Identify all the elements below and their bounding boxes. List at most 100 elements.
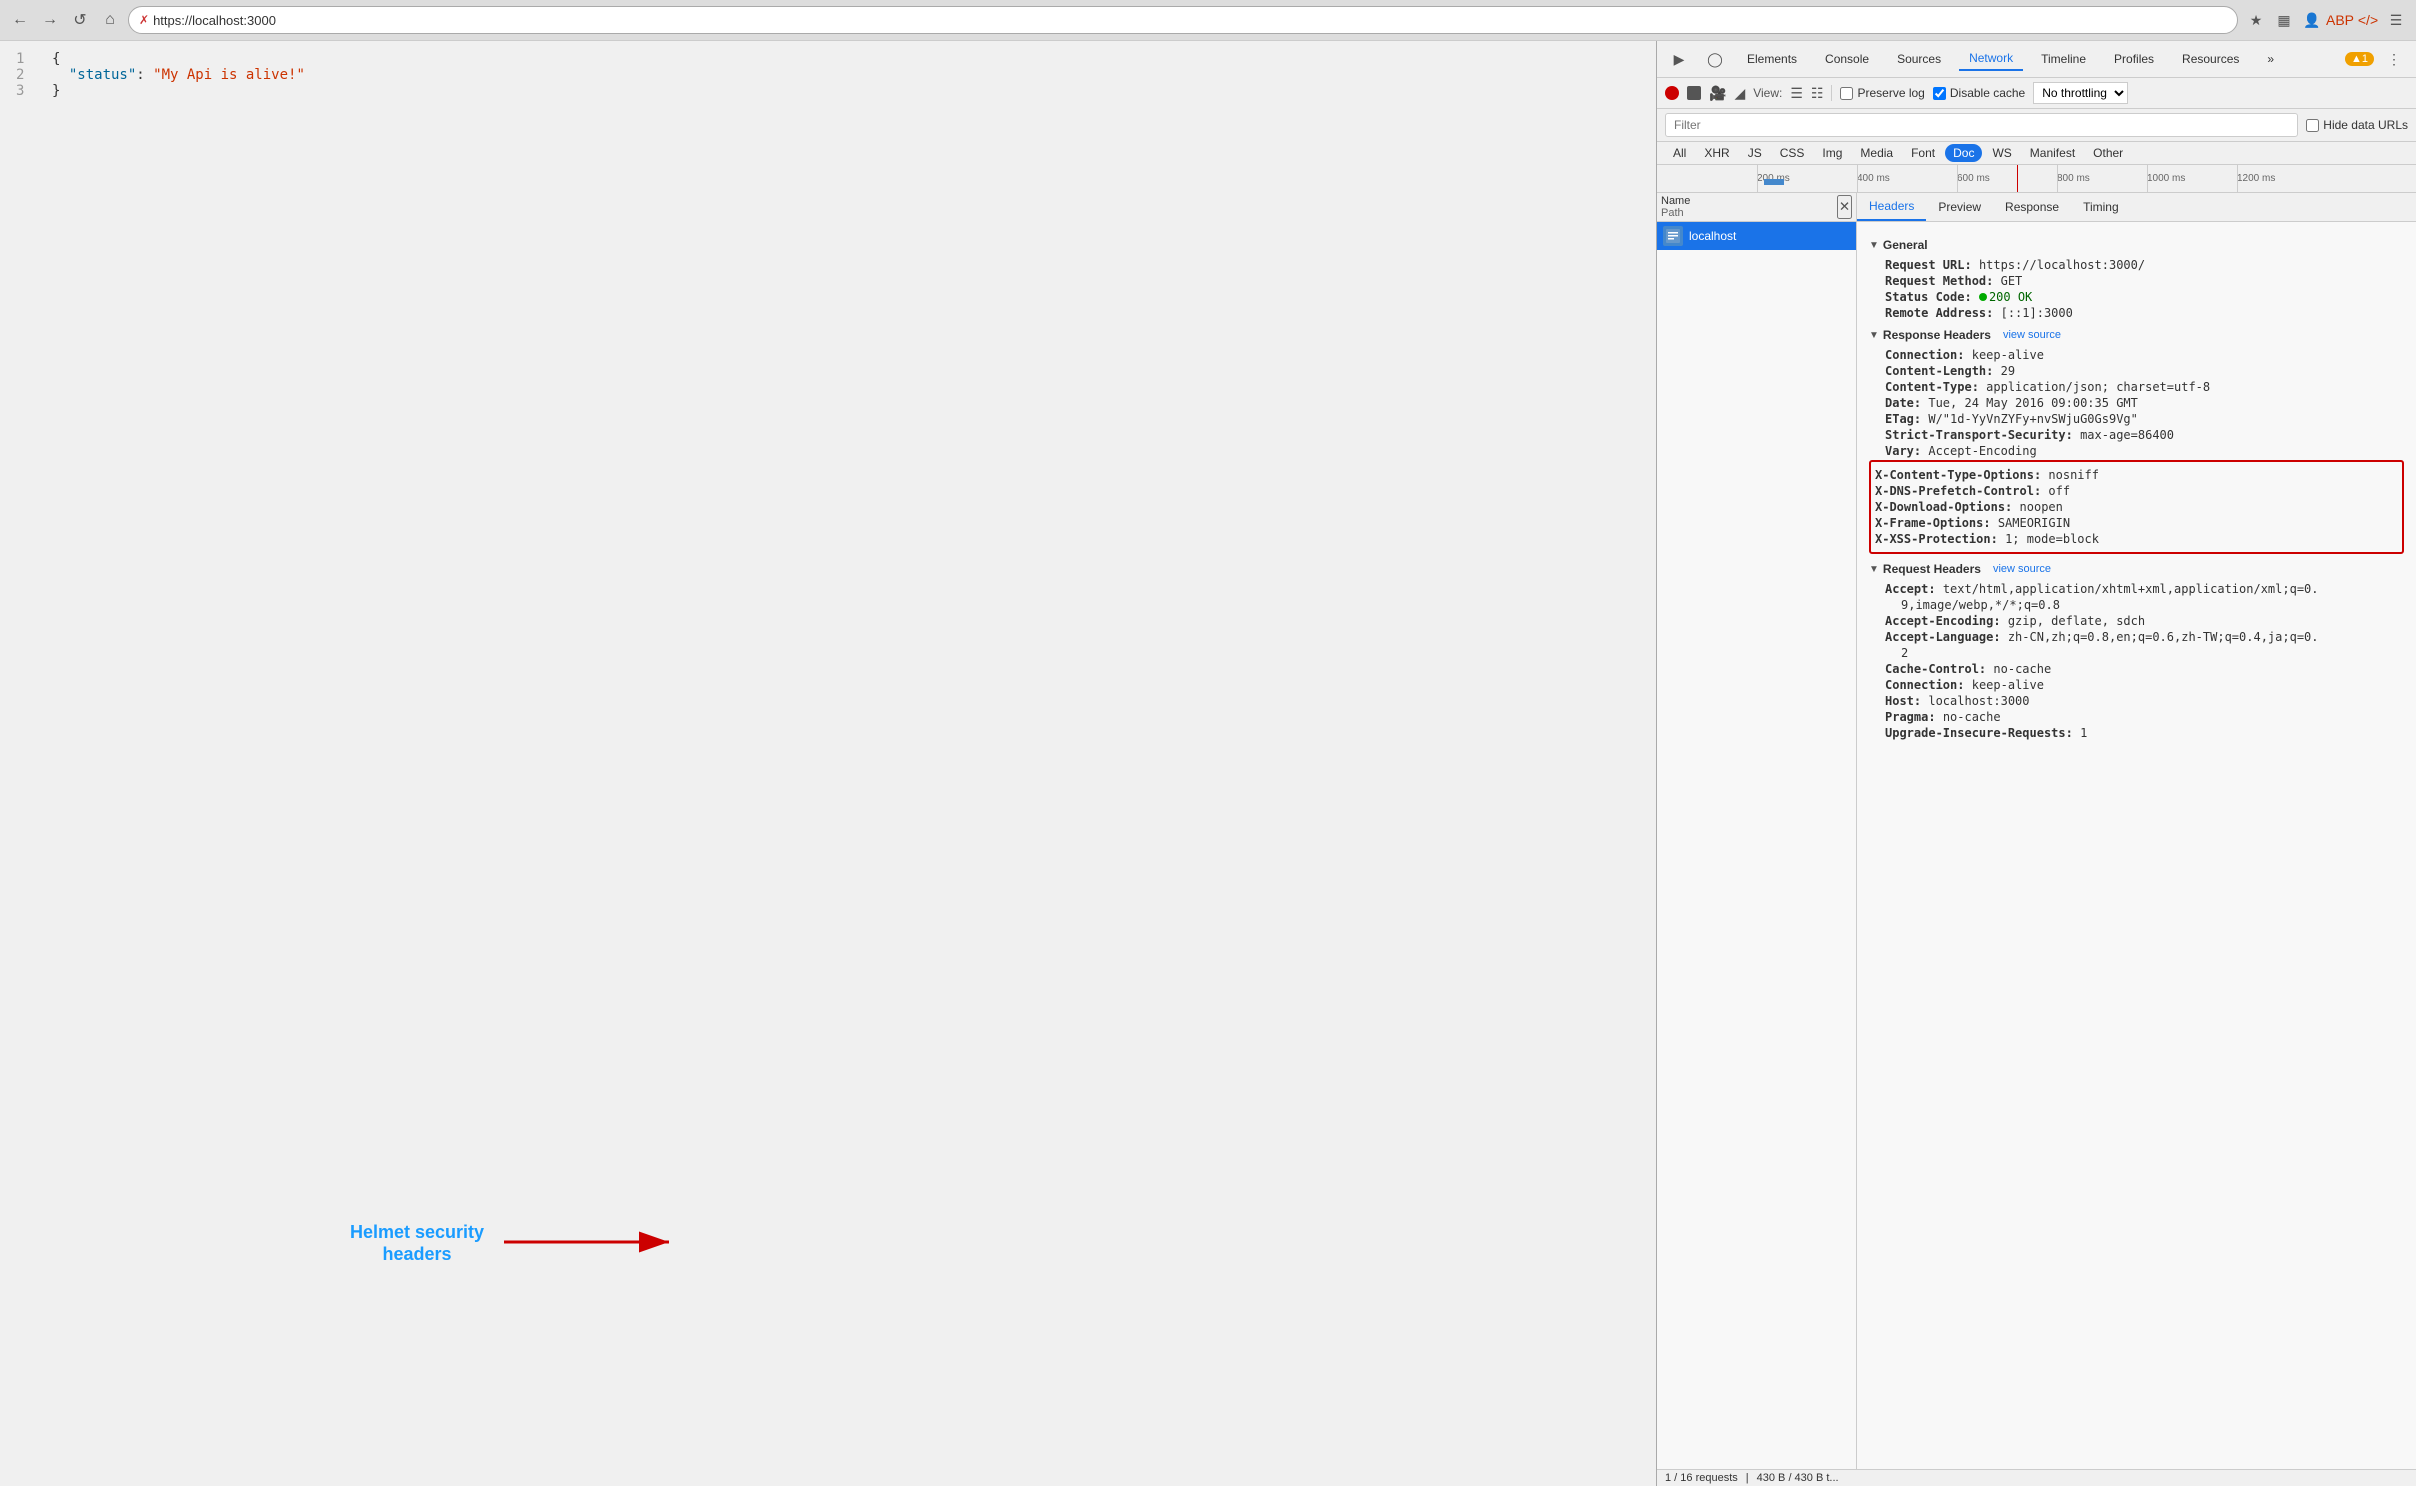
timeline-line-400 (1857, 165, 1858, 192)
type-font[interactable]: Font (1903, 144, 1943, 162)
line-number: 2 (16, 67, 36, 83)
annotation-arrow (504, 1222, 684, 1266)
devtools-panel: ▶ ◯ Elements Console Sources Network Tim… (1656, 41, 2416, 1486)
bookmark-button[interactable]: ★ (2244, 8, 2268, 32)
section-arrow-general: ▼ (1869, 240, 1879, 251)
back-button[interactable]: ← (8, 8, 32, 32)
tab-elements[interactable]: Elements (1737, 48, 1807, 70)
filter-input[interactable] (1665, 113, 2298, 137)
request-icon (1663, 226, 1683, 246)
qr-button[interactable]: ▦ (2272, 8, 2296, 32)
resp-header-xfo: X-Frame-Options: SAMEORIGIN (1875, 516, 2398, 530)
close-pane-button[interactable]: ✕ (1837, 195, 1852, 219)
requests-header: Name Path ✕ (1657, 193, 1856, 222)
response-view-source[interactable]: view source (2003, 329, 2061, 341)
tab-timeline[interactable]: Timeline (2031, 48, 2096, 70)
timeline-tick-1200: 1200 ms (2237, 173, 2275, 184)
extensions-button[interactable]: 👤 (2300, 8, 2324, 32)
type-ws[interactable]: WS (1984, 144, 2019, 162)
resp-header-content-length: Content-Length: 29 (1885, 364, 2404, 378)
status-bar: 1 / 16 requests | 430 B / 430 B t... (1657, 1469, 2416, 1486)
filter-button[interactable]: ◢ (1734, 85, 1745, 102)
alert-badge: ▲1 (2345, 52, 2374, 66)
tab-network[interactable]: Network (1959, 47, 2023, 71)
camera-button[interactable]: 🎥 (1709, 85, 1726, 102)
general-status-code: Status Code: 200 OK (1885, 290, 2404, 304)
general-request-method: Request Method: GET (1885, 274, 2404, 288)
details-tabs-bar: Headers Preview Response Timing (1857, 193, 2416, 222)
view-list-button[interactable]: ☰ (1790, 85, 1803, 102)
resp-header-content-type: Content-Type: application/json; charset=… (1885, 380, 2404, 394)
resp-header-xdpc: X-DNS-Prefetch-Control: off (1875, 484, 2398, 498)
resp-header-etag: ETag: W/"1d-YyVnZYFy+nvSWjuG0Gs9Vg" (1885, 412, 2404, 426)
filter-bar: Hide data URLs (1657, 109, 2416, 142)
tab-sources[interactable]: Sources (1887, 48, 1951, 70)
line-number: 3 (16, 83, 36, 99)
req-header-cache-control: Cache-Control: no-cache (1885, 662, 2404, 676)
type-xhr[interactable]: XHR (1696, 144, 1737, 162)
request-view-source[interactable]: view source (1993, 563, 2051, 575)
type-filters-bar: All XHR JS CSS Img Media Font Doc WS Man… (1657, 142, 2416, 165)
resp-header-connection: Connection: keep-alive (1885, 348, 2404, 362)
forward-button[interactable]: → (38, 8, 62, 32)
details-tab-timing[interactable]: Timing (2071, 193, 2131, 221)
details-tab-preview[interactable]: Preview (1926, 193, 1993, 221)
timeline-line-600 (1957, 165, 1958, 192)
response-headers-section[interactable]: ▼ Response Headers view source (1869, 328, 2404, 342)
devtools-device-button[interactable]: ◯ (1701, 45, 1729, 73)
request-headers-section[interactable]: ▼ Request Headers view source (1869, 562, 2404, 576)
type-media[interactable]: Media (1852, 144, 1901, 162)
details-tab-headers[interactable]: Headers (1857, 193, 1926, 221)
status-requests: 1 / 16 requests (1665, 1472, 1738, 1484)
section-arrow-response: ▼ (1869, 330, 1879, 341)
resp-header-sts: Strict-Transport-Security: max-age=86400 (1885, 428, 2404, 442)
req-header-connection: Connection: keep-alive (1885, 678, 2404, 692)
url-text: https://localhost:3000 (153, 13, 276, 28)
adblock-button[interactable]: ABP (2328, 8, 2352, 32)
view-grid-button[interactable]: ☷ (1811, 85, 1824, 102)
preserve-log-label[interactable]: Preserve log (1840, 86, 1924, 100)
hide-data-urls-checkbox[interactable] (2306, 119, 2319, 132)
type-all[interactable]: All (1665, 144, 1694, 162)
type-manifest[interactable]: Manifest (2022, 144, 2083, 162)
tab-more[interactable]: » (2257, 48, 2284, 70)
timeline-bar: 200 ms 400 ms 600 ms 800 ms 1000 ms 1200… (1657, 165, 2416, 193)
req-header-accept-language: Accept-Language: zh-CN,zh;q=0.8,en;q=0.6… (1885, 630, 2404, 644)
home-button[interactable]: ⌂ (98, 8, 122, 32)
reload-button[interactable]: ↺ (68, 8, 92, 32)
request-item-localhost[interactable]: localhost (1657, 222, 1856, 250)
view-label: View: (1753, 86, 1782, 100)
stop-button[interactable] (1687, 86, 1701, 100)
tab-console[interactable]: Console (1815, 48, 1879, 70)
disable-cache-checkbox[interactable] (1933, 87, 1946, 100)
type-css[interactable]: CSS (1772, 144, 1813, 162)
devtools-menu-button[interactable]: ⋮ (2380, 45, 2408, 73)
throttle-select[interactable]: No throttling (2033, 82, 2128, 104)
status-separator: | (1746, 1472, 1749, 1484)
general-section-header[interactable]: ▼ General (1869, 238, 2404, 252)
type-doc[interactable]: Doc (1945, 144, 1982, 162)
type-other[interactable]: Other (2085, 144, 2131, 162)
record-button[interactable] (1665, 86, 1679, 100)
address-bar[interactable]: ✗ https://localhost:3000 (128, 6, 2238, 34)
annotation-text: Helmet security headers (350, 1222, 484, 1265)
hide-data-urls-label[interactable]: Hide data URLs (2306, 118, 2408, 132)
general-remote-address: Remote Address: [::1]:3000 (1885, 306, 2404, 320)
details-pane: Headers Preview Response Timing ▼ Genera… (1857, 193, 2416, 1469)
tab-profiles[interactable]: Profiles (2104, 48, 2164, 70)
resp-header-xdo: X-Download-Options: noopen (1875, 500, 2398, 514)
resp-header-xxp: X-XSS-Protection: 1; mode=block (1875, 532, 2398, 546)
type-js[interactable]: JS (1740, 144, 1770, 162)
timeline-tick-1000: 1000 ms (2147, 173, 2185, 184)
tab-resources[interactable]: Resources (2172, 48, 2249, 70)
timeline-line-200 (1757, 165, 1758, 192)
type-img[interactable]: Img (1814, 144, 1850, 162)
browser-toolbar: ← → ↺ ⌂ ✗ https://localhost:3000 ★ ▦ 👤 A… (0, 0, 2416, 40)
settings-button[interactable]: ☰ (2384, 8, 2408, 32)
details-tab-response[interactable]: Response (1993, 193, 2071, 221)
preserve-log-checkbox[interactable] (1840, 87, 1853, 100)
dev-button[interactable]: </> (2356, 8, 2380, 32)
toolbar-right: ★ ▦ 👤 ABP </> ☰ (2244, 8, 2408, 32)
disable-cache-label[interactable]: Disable cache (1933, 86, 2025, 100)
devtools-inspect-button[interactable]: ▶ (1665, 45, 1693, 73)
